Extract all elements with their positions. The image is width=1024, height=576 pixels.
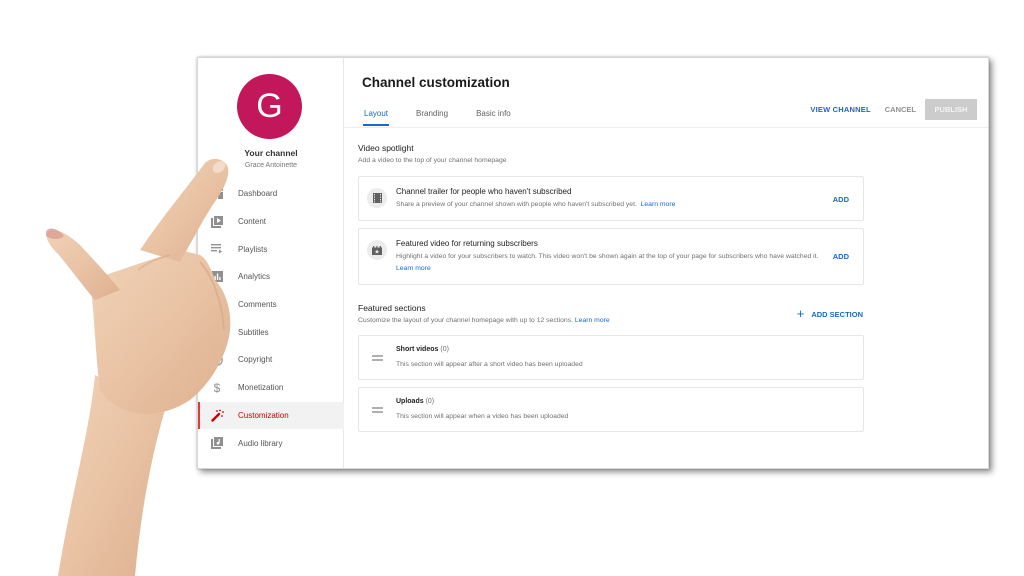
featured-sections-subtitle: Customize the layout of your channel hom… [358,317,610,324]
sidebar-item-label: Monetization [238,383,284,393]
section-title: Uploads (0) [396,398,434,405]
copyright-icon: C [210,353,224,367]
section-row-uploads[interactable]: Uploads (0) This section will appear whe… [358,387,864,432]
dashboard-icon [210,187,224,201]
sidebar-item-dashboard[interactable]: Dashboard [198,180,344,208]
sidebar-item-copyright[interactable]: C Copyright [198,346,344,374]
section-name: Uploads [396,398,424,405]
sidebar-item-label: Dashboard [238,189,278,199]
card-title: Featured video for returning subscribers [396,239,538,248]
card-description: Share a preview of your channel shown wi… [396,199,675,211]
section-name: Short videos [396,346,439,353]
drag-handle-icon[interactable] [372,355,383,360]
featured-sections-subtitle-text: Customize the layout of your channel hom… [358,317,573,324]
plus-icon: + [796,306,805,321]
sidebar-item-playlists[interactable]: Playlists [198,235,344,263]
featured-sections-title: Featured sections [358,303,426,313]
view-channel-button[interactable]: VIEW CHANNEL [810,105,870,114]
sidebar-item-label: Content [238,217,267,227]
sidebar: G Your channel Grace Antoinette Dashboar… [198,58,344,468]
sidebar-item-subtitles[interactable]: Subtitles [198,318,344,346]
section-title: Short videos (0) [396,346,449,353]
featured-video-card: Featured video for returning subscribers… [358,228,864,285]
tab-layout[interactable]: Layout [356,102,396,126]
channel-trailer-card: Channel trailer for people who haven't s… [358,176,864,221]
sidebar-item-label: Customization [238,410,289,420]
add-section-button[interactable]: + ADD SECTION [796,306,863,321]
add-featured-video-button[interactable]: ADD [833,252,849,261]
sidebar-item-label: Copyright [238,355,273,365]
header-actions: VIEW CHANNEL CANCEL PUBLISH [810,99,977,120]
learn-more-link[interactable]: Learn more [575,317,610,324]
tab-bar: Layout Branding Basic info [356,102,531,126]
comments-icon [210,298,224,312]
sidebar-item-content[interactable]: Content [198,208,344,236]
card-title: Channel trailer for people who haven't s… [396,187,572,196]
channel-name: Grace Antoinette [244,162,298,169]
cancel-button[interactable]: CANCEL [885,105,916,114]
learn-more-link[interactable]: Learn more [641,201,676,208]
card-description: Highlight a video for your subscribers t… [396,251,836,275]
header-divider [344,127,988,128]
learn-more-link[interactable]: Learn more [396,265,431,272]
avatar[interactable]: G [237,74,302,139]
video-spotlight-subtitle: Add a video to the top of your channel h… [358,157,507,164]
studio-window: G Your channel Grace Antoinette Dashboar… [197,57,989,469]
svg-text:C: C [214,357,219,364]
film-icon [367,188,387,208]
publish-button[interactable]: PUBLISH [925,99,977,120]
add-section-label: ADD SECTION [811,309,863,319]
page-title: Channel customization [362,75,510,90]
card-description-text: Highlight a video for your subscribers t… [396,253,819,260]
sidebar-item-label: Analytics [238,272,271,282]
subtitles-icon [210,325,224,339]
customization-icon [210,408,224,422]
section-description: This section will appear after a short v… [396,361,583,368]
sidebar-item-comments[interactable]: Comments [198,291,344,319]
featured-video-icon [367,240,387,260]
sidebar-item-analytics[interactable]: Analytics [198,263,344,291]
your-channel-label: Your channel [244,148,298,158]
tab-basic-info[interactable]: Basic info [468,102,519,126]
section-description: This section will appear when a video ha… [396,413,569,420]
sidebar-item-label: Comments [238,300,277,310]
audio-library-icon [210,436,224,450]
playlists-icon [210,242,224,256]
content-icon [210,215,224,229]
add-trailer-button[interactable]: ADD [833,195,849,204]
sidebar-item-label: Audio library [238,438,283,448]
section-count: (0) [440,346,449,353]
sidebar-item-label: Playlists [238,244,268,254]
monetization-icon: $ [213,380,221,395]
drag-handle-icon[interactable] [372,407,383,412]
video-spotlight-title: Video spotlight [358,143,414,153]
tab-branding[interactable]: Branding [408,102,456,126]
section-count: (0) [425,398,435,405]
card-description-text: Share a preview of your channel shown wi… [396,201,637,208]
main-content: Channel customization Layout Branding Ba… [344,58,988,468]
sidebar-item-label: Subtitles [238,327,269,337]
sidebar-item-audio-library[interactable]: Audio library [198,429,344,457]
sidebar-item-monetization[interactable]: $ Monetization [198,374,344,402]
sidebar-nav: Dashboard Content Playlists Analytics Co… [198,180,344,457]
analytics-icon [210,270,224,284]
section-row-short-videos[interactable]: Short videos (0) This section will appea… [358,335,864,380]
sidebar-item-customization[interactable]: Customization [198,401,344,430]
